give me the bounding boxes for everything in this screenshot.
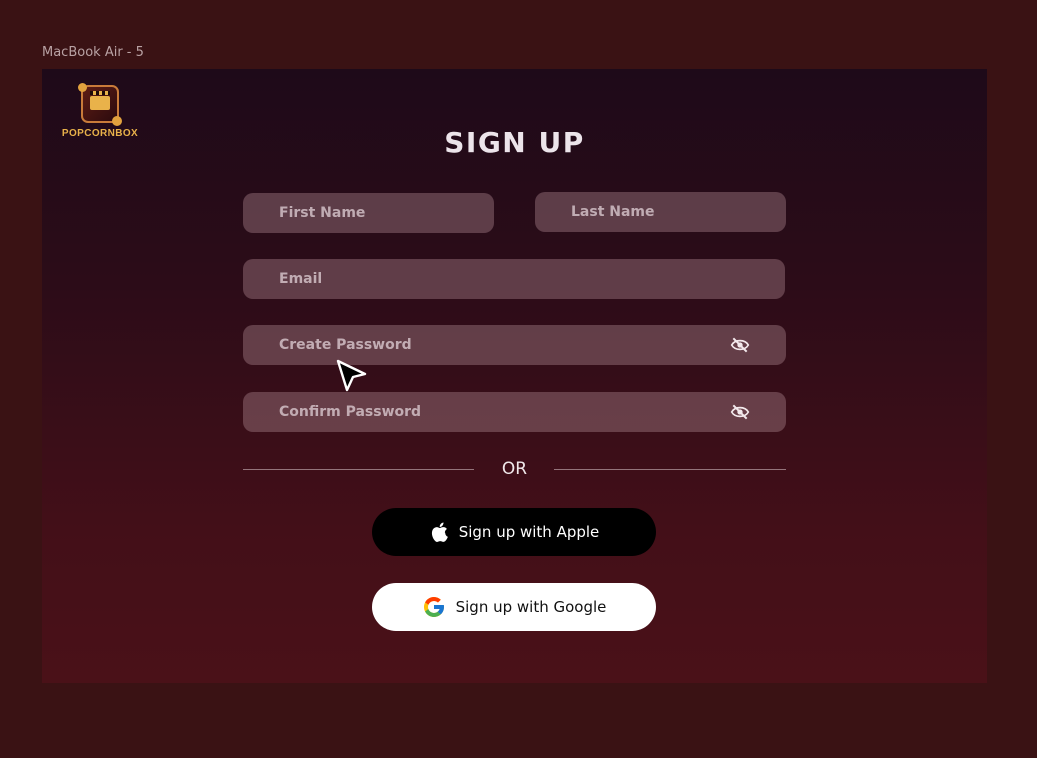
eye-slash-icon[interactable] [730, 336, 750, 354]
popcornbox-logo-icon [78, 83, 122, 126]
first-name-field[interactable]: First Name [243, 193, 494, 233]
confirm-password-placeholder: Confirm Password [279, 404, 422, 420]
email-placeholder: Email [279, 271, 323, 287]
mouse-pointer-icon [336, 359, 367, 392]
sign-up-with-google-button[interactable]: Sign up with Google [372, 583, 656, 631]
page-title: SIGN UP [444, 126, 585, 159]
create-password-field[interactable]: Create Password [243, 325, 786, 365]
email-field[interactable]: Email [243, 259, 785, 299]
divider-line-right [554, 469, 786, 470]
google-logo-icon [423, 597, 444, 617]
apple-button-label: Sign up with Apple [458, 523, 600, 541]
eye-slash-icon[interactable] [730, 403, 750, 421]
last-name-placeholder: Last Name [571, 204, 655, 220]
last-name-field[interactable]: Last Name [535, 192, 786, 232]
signup-frame: POPCORNBOX SIGN UP First Name Last Name … [42, 69, 987, 683]
sign-up-with-apple-button[interactable]: Sign up with Apple [372, 508, 656, 556]
confirm-password-field[interactable]: Confirm Password [243, 392, 786, 432]
apple-logo-icon [431, 522, 448, 542]
or-divider: OR [243, 459, 786, 481]
first-name-placeholder: First Name [279, 205, 366, 221]
create-password-placeholder: Create Password [279, 337, 412, 353]
frame-label: MacBook Air - 5 [42, 45, 144, 60]
google-button-label: Sign up with Google [455, 598, 607, 616]
